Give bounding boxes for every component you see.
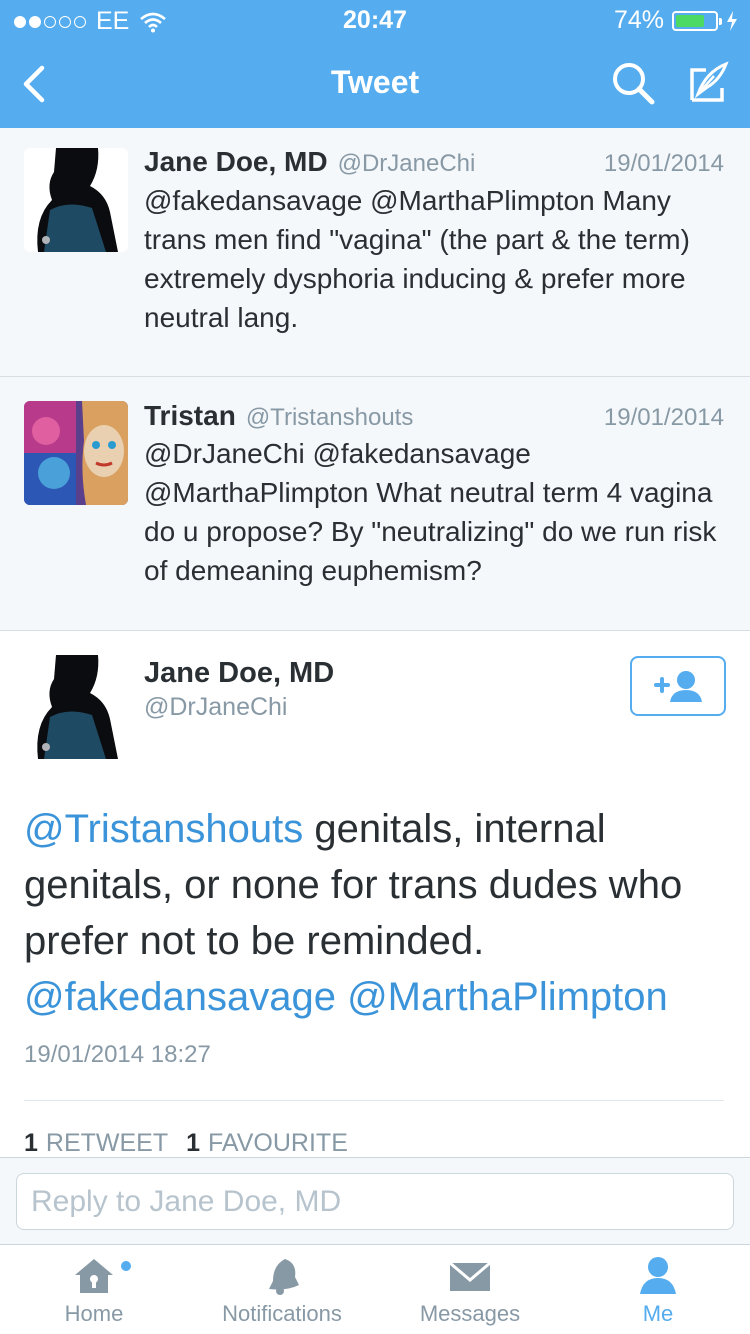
reply-bar [0, 1157, 750, 1245]
retweet-stat[interactable]: 1 RETWEET [24, 1129, 168, 1158]
retweet-count: 1 [24, 1129, 38, 1157]
tweet-text: @fakedansavage @MarthaPlimpton Many tran… [144, 185, 690, 333]
tab-home[interactable]: Home [0, 1245, 188, 1334]
notification-dot [121, 1261, 131, 1271]
bell-icon [269, 1259, 299, 1295]
favourite-stat[interactable]: 1 FAVOURITE [186, 1129, 348, 1158]
favourite-count: 1 [186, 1129, 201, 1157]
retweet-label: RETWEET [45, 1129, 169, 1157]
tweet-text: @DrJaneChi @fakedansavage @MarthaPlimpto… [144, 438, 717, 586]
mention-link[interactable]: @MarthaPlimpton [347, 975, 668, 1019]
author-name[interactable]: Jane Doe, MD [144, 657, 334, 690]
mention-link[interactable]: @Tristanshouts [24, 807, 303, 851]
author-handle[interactable]: @DrJaneChi [338, 150, 476, 178]
mention-link[interactable]: @fakedansavage [24, 975, 336, 1019]
tweet-timestamp: 19/01/2014 18:27 [24, 1041, 211, 1068]
tweet-date: 19/01/2014 [603, 404, 724, 431]
avatar[interactable] [24, 401, 128, 505]
avatar[interactable] [24, 655, 128, 759]
home-icon [75, 1259, 113, 1293]
author-name[interactable]: Tristan [144, 400, 236, 432]
compose-quill-icon[interactable] [684, 60, 730, 106]
tweet-body: @Tristanshouts genitals, internal genita… [24, 801, 720, 1025]
tweet-row[interactable]: Tristan @Tristanshouts 19/01/2014 @DrJan… [0, 377, 750, 631]
tab-label: Me [642, 1301, 674, 1326]
tab-label: Home [64, 1301, 124, 1326]
header: EE 20:47 74% Tweet [0, 0, 750, 128]
tweet-row[interactable]: Jane Doe, MD @DrJaneChi 19/01/2014 @fake… [0, 128, 750, 377]
status-right: 74% [614, 6, 738, 35]
status-bar: EE 20:47 74% [0, 0, 750, 40]
battery-percent: 74% [613, 6, 664, 34]
divider [24, 1100, 724, 1101]
author-handle[interactable]: @Tristanshouts [246, 404, 414, 432]
search-icon[interactable] [610, 60, 656, 106]
nav-bar: Tweet [0, 40, 750, 128]
follow-button[interactable] [630, 656, 726, 716]
tab-bar: Home Notifications Messages Me [0, 1245, 750, 1334]
reply-input[interactable] [16, 1173, 734, 1230]
envelope-icon [449, 1261, 491, 1291]
person-icon [640, 1257, 676, 1294]
author-handle[interactable]: @DrJaneChi [144, 693, 287, 722]
tab-messages[interactable]: Messages [376, 1245, 564, 1334]
tweet-date: 19/01/2014 [603, 150, 724, 177]
author-name[interactable]: Jane Doe, MD [144, 146, 328, 178]
avatar[interactable] [24, 148, 128, 252]
tab-notifications[interactable]: Notifications [188, 1245, 376, 1334]
tweet-header: Tristan @Tristanshouts 19/01/2014 [144, 400, 724, 432]
tweet-header: Jane Doe, MD @DrJaneChi 19/01/2014 [144, 146, 724, 178]
tab-label: Notifications [222, 1301, 342, 1326]
tweet-stats: 1 RETWEET 1 FAVOURITE [24, 1129, 348, 1158]
tab-me[interactable]: Me [564, 1245, 750, 1334]
add-user-icon [654, 671, 702, 702]
charging-bolt-icon [727, 10, 737, 31]
favourite-label: FAVOURITE [208, 1129, 348, 1157]
tab-label: Messages [419, 1301, 521, 1326]
battery-icon [672, 10, 722, 31]
main-tweet: Jane Doe, MD @DrJaneChi @Tristanshouts g… [0, 631, 750, 1157]
